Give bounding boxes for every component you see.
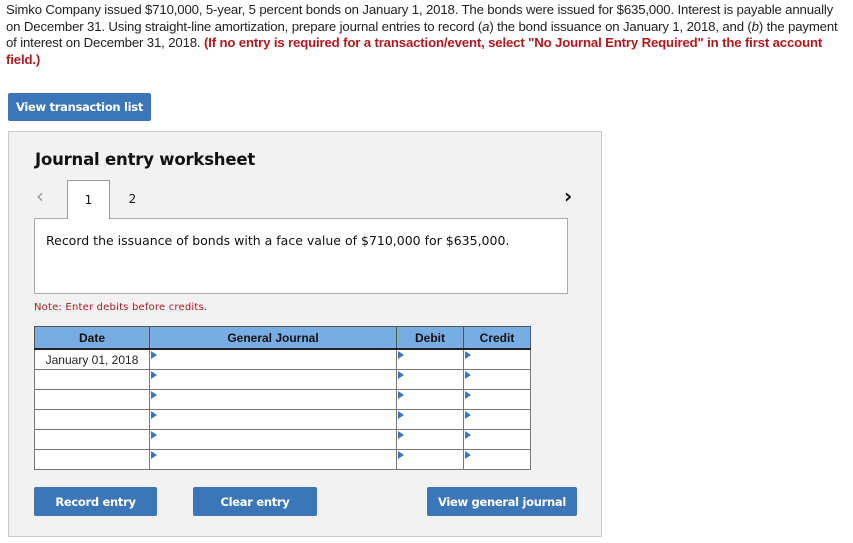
dropdown-marker-icon — [465, 391, 471, 399]
dropdown-marker-icon — [151, 391, 157, 399]
view-general-journal-button[interactable]: View general journal — [427, 487, 577, 516]
date-cell[interactable] — [34, 429, 150, 450]
date-cell[interactable] — [34, 389, 150, 410]
table-row — [34, 449, 531, 470]
date-cell[interactable]: January 01, 2018 — [34, 348, 150, 370]
dropdown-marker-icon — [465, 431, 471, 439]
record-entry-button[interactable]: Record entry — [34, 487, 157, 516]
clear-entry-button[interactable]: Clear entry — [193, 487, 317, 516]
debit-cell[interactable] — [396, 389, 464, 410]
dropdown-marker-icon — [398, 371, 404, 379]
dropdown-marker-icon — [465, 351, 471, 359]
tab-1[interactable]: 1 — [67, 180, 110, 219]
worksheet-title: Journal entry worksheet — [35, 150, 256, 169]
account-cell[interactable] — [149, 389, 397, 410]
journal-table: Date General Journal Debit Credit Januar… — [34, 326, 531, 470]
dropdown-marker-icon — [465, 451, 471, 459]
date-cell[interactable] — [34, 449, 150, 470]
date-cell[interactable] — [34, 409, 150, 430]
credit-cell[interactable] — [463, 429, 531, 450]
credit-cell[interactable] — [463, 449, 531, 470]
account-cell[interactable] — [149, 429, 397, 450]
header-debit: Debit — [396, 326, 464, 350]
dropdown-marker-icon — [465, 371, 471, 379]
account-cell[interactable] — [149, 369, 397, 390]
credit-cell[interactable] — [463, 348, 531, 370]
credit-cell[interactable] — [463, 369, 531, 390]
table-row — [34, 369, 531, 390]
account-cell[interactable] — [149, 449, 397, 470]
chevron-left-icon[interactable]: ‹ — [36, 184, 44, 208]
dropdown-marker-icon — [398, 451, 404, 459]
debit-cell[interactable] — [396, 409, 464, 430]
account-cell[interactable] — [149, 348, 397, 370]
account-cell[interactable] — [149, 409, 397, 430]
dropdown-marker-icon — [151, 411, 157, 419]
view-transaction-list-button[interactable]: View transaction list — [8, 93, 151, 121]
table-row — [34, 429, 531, 450]
table-row: January 01, 2018 — [34, 348, 531, 370]
credit-cell[interactable] — [463, 409, 531, 430]
date-cell-value: January 01, 2018 — [45, 352, 139, 367]
header-general-journal: General Journal — [149, 326, 397, 350]
dropdown-marker-icon — [398, 351, 404, 359]
dropdown-marker-icon — [151, 351, 157, 359]
note-text: Note: Enter debits before credits. — [34, 302, 208, 313]
tab-2[interactable]: 2 — [111, 180, 154, 219]
chevron-right-icon[interactable]: › — [564, 184, 572, 208]
debit-cell[interactable] — [396, 348, 464, 370]
table-row — [34, 389, 531, 410]
dropdown-marker-icon — [151, 431, 157, 439]
dropdown-marker-icon — [151, 451, 157, 459]
credit-cell[interactable] — [463, 389, 531, 410]
table-row — [34, 409, 531, 430]
header-date: Date — [34, 326, 150, 350]
journal-entry-worksheet: Journal entry worksheet ‹ › 1 2 Record t… — [8, 131, 602, 537]
dropdown-marker-icon — [398, 391, 404, 399]
debit-cell[interactable] — [396, 449, 464, 470]
debit-cell[interactable] — [396, 429, 464, 450]
dropdown-marker-icon — [465, 411, 471, 419]
header-credit: Credit — [463, 326, 531, 350]
question-text: Simko Company issued $710,000, 5-year, 5… — [6, 2, 838, 67]
transaction-description: Record the issuance of bonds with a face… — [34, 218, 568, 294]
dropdown-marker-icon — [151, 371, 157, 379]
date-cell[interactable] — [34, 369, 150, 390]
dropdown-marker-icon — [398, 411, 404, 419]
debit-cell[interactable] — [396, 369, 464, 390]
dropdown-marker-icon — [398, 431, 404, 439]
